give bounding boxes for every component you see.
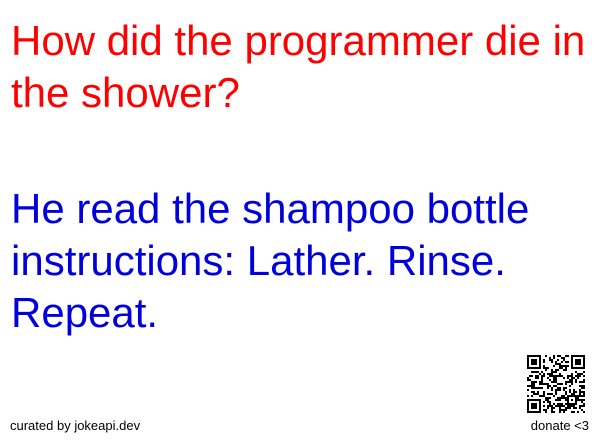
- qr-code-icon: [527, 355, 585, 413]
- credit-text: curated by jokeapi.dev: [10, 418, 141, 433]
- joke-setup: How did the programmer die in the shower…: [11, 17, 586, 116]
- donate-link[interactable]: donate <3: [531, 418, 589, 434]
- joke-delivery: He read the shampoo bottle instructions:…: [11, 185, 530, 336]
